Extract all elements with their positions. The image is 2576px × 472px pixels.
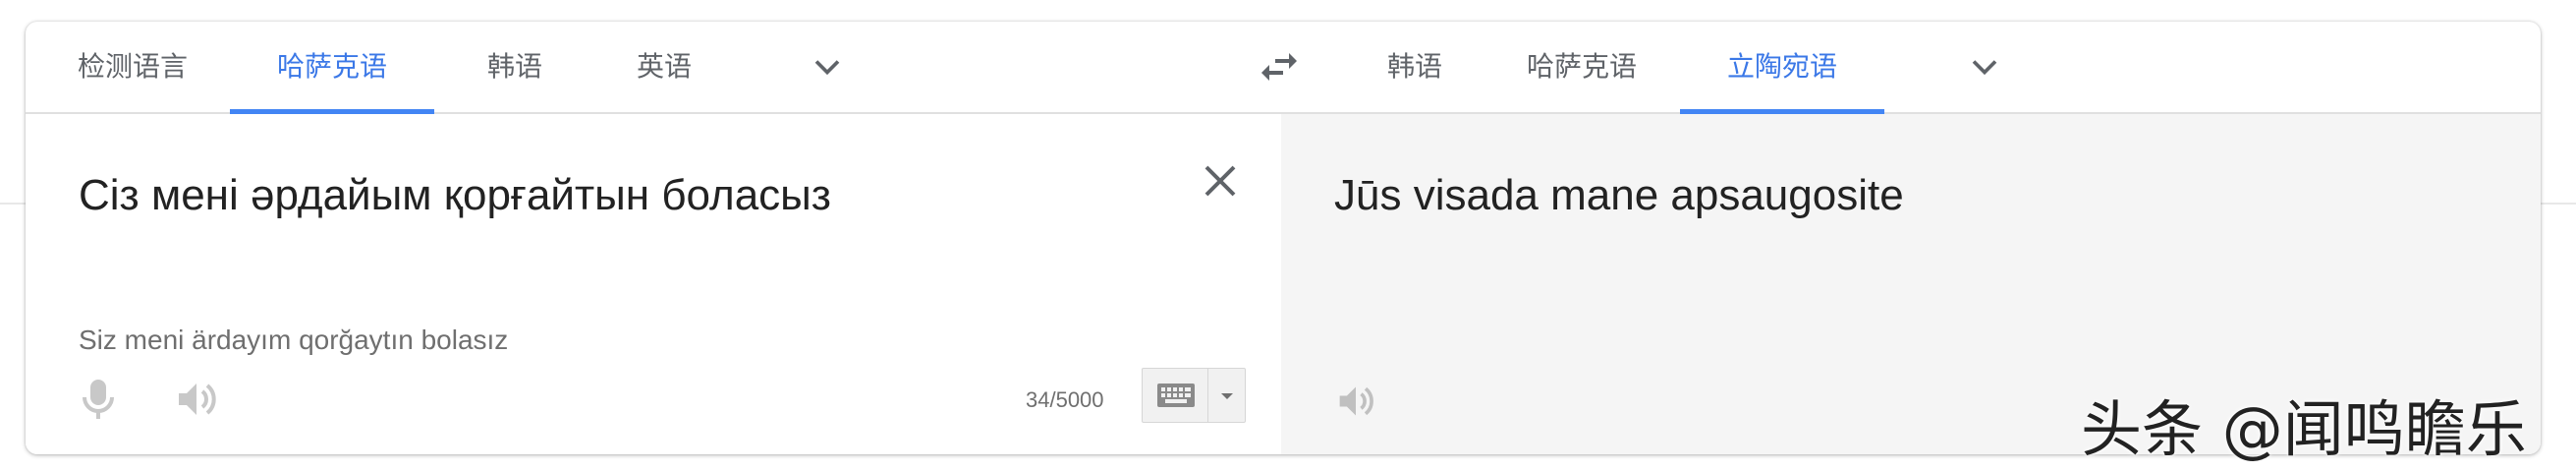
chevron-down-icon [1972,60,1997,76]
voice-input-button[interactable] [79,376,118,423]
tab-detect-language[interactable]: 检测语言 [69,22,196,112]
watermark: 头条 @闻鸣瞻乐 [2081,393,2527,465]
swap-horizontal-icon [1261,53,1297,81]
tab-target-lithuanian[interactable]: 立陶宛语 [1680,22,1884,114]
speaker-icon [1339,386,1373,416]
close-icon [1204,165,1236,197]
tab-target-korean[interactable]: 韩语 [1375,22,1454,112]
chevron-down-icon [814,60,840,76]
listen-translation-button[interactable] [1334,382,1377,421]
tab-source-english[interactable]: 英语 [625,22,703,112]
input-tools-button[interactable] [1142,368,1246,423]
character-count: 34/5000 [1026,387,1104,412]
tab-target-kazakh[interactable]: 哈萨克语 [1523,22,1641,112]
listen-source-button[interactable] [173,378,220,421]
microphone-icon [83,380,114,419]
source-pane: Сіз мені әрдайым қорғайтын боласыз Siz m… [26,114,1281,454]
target-more-languages-button[interactable] [1963,45,2006,88]
clear-source-button[interactable] [1197,157,1244,205]
source-text-input[interactable]: Сіз мені әрдайым қорғайтын боласыз [79,171,831,220]
speaker-icon [179,384,216,415]
source-more-languages-button[interactable] [806,45,849,88]
tab-source-korean[interactable]: 韩语 [476,22,554,112]
keyboard-icon [1157,384,1195,407]
caret-down-icon[interactable] [1215,386,1239,406]
language-bar: 检测语言 哈萨克语 韩语 英语 韩语 哈萨克语 立陶宛语 [26,22,2541,114]
translation-output: Jūs visada mane apsaugosite [1334,171,1904,219]
swap-languages-button[interactable] [1256,43,1303,90]
input-tools-separator [1207,369,1208,422]
transliteration: Siz meni ärdayım qorğaytın bolasız [79,324,509,355]
tab-source-kazakh[interactable]: 哈萨克语 [230,22,434,114]
